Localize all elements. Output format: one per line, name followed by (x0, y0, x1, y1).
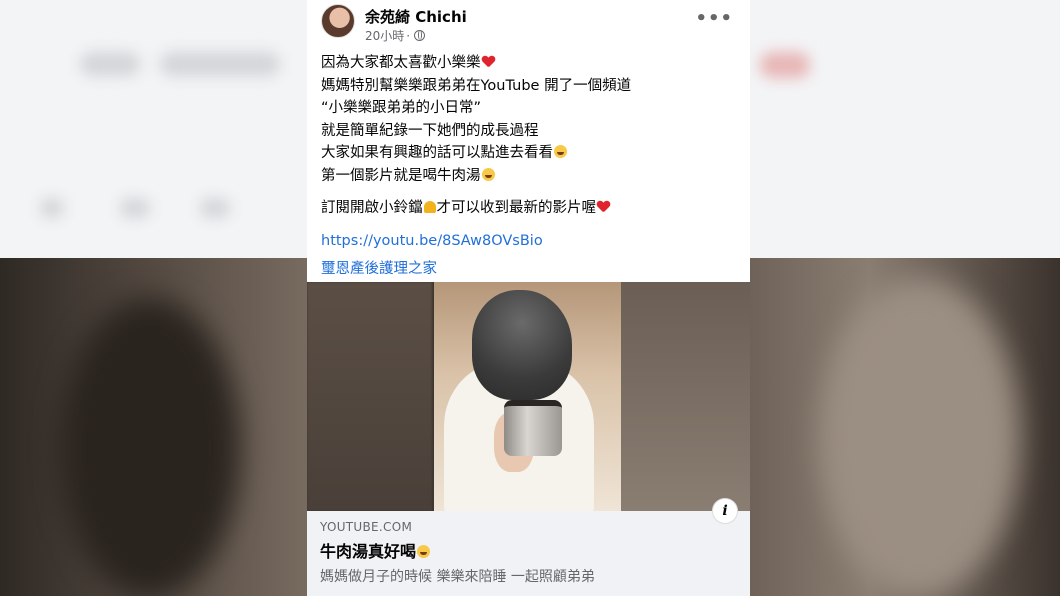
preview-domain: YOUTUBE.COM (320, 520, 413, 534)
preview-meta[interactable]: YOUTUBE.COM 牛肉湯真好喝 媽媽做月子的時候 樂樂來陪睡 一起照顧弟弟 (307, 511, 750, 596)
more-options-button[interactable]: ••• (695, 8, 733, 29)
post-line: 訂閱開啟小鈴鐺 才可以收到最新的影片喔 (321, 197, 741, 220)
info-icon[interactable]: i (712, 498, 738, 524)
post-header: 余苑綺 Chichi 20小時 · ••• (321, 4, 741, 44)
meta-separator: · (406, 28, 411, 43)
youtube-link[interactable]: https://youtu.be/8SAw8OVsBio (321, 233, 543, 249)
avatar[interactable] (321, 4, 355, 38)
video-thumbnail[interactable] (307, 282, 750, 511)
red-heart-icon (482, 56, 495, 68)
laughing-face-icon (481, 167, 495, 181)
tagged-page-link[interactable]: 璽恩產後護理之家 (321, 261, 437, 277)
post-line: 就是簡單紀錄一下她們的成長過程 (321, 122, 539, 139)
laughing-face-icon (417, 545, 431, 558)
post-line: 因為大家都太喜歡小樂樂 (321, 52, 741, 75)
red-heart-icon (597, 201, 610, 213)
author-name[interactable]: 余苑綺 Chichi (365, 6, 467, 27)
post-line: 第一個影片就是喝牛肉湯 (321, 165, 741, 188)
link-preview[interactable]: i YOUTUBE.COM 牛肉湯真好喝 媽媽做月子的時候 樂樂來陪睡 一起照顧… (307, 282, 750, 596)
facebook-post-card: 余苑綺 Chichi 20小時 · ••• 因為大家都太喜歡小樂樂 媽媽特別幫樂… (307, 0, 750, 596)
post-line: “小樂樂跟弟弟的小日常” (321, 100, 482, 116)
grinning-face-icon (554, 145, 567, 158)
post-text: 因為大家都太喜歡小樂樂 媽媽特別幫樂樂跟弟弟在YouTube 開了一個頻道 “小… (321, 52, 741, 281)
post-time[interactable]: 20小時 (365, 27, 404, 44)
post-line: 大家如果有興趣的話可以點進去看看 (321, 142, 741, 165)
globe-icon (414, 30, 426, 41)
bell-icon (423, 201, 436, 213)
preview-title: 牛肉湯真好喝 (320, 538, 737, 562)
post-meta: 20小時 · (365, 27, 426, 44)
preview-description: 媽媽做月子的時候 樂樂來陪睡 一起照顧弟弟 (320, 569, 595, 585)
post-line: 媽媽特別幫樂樂跟弟弟在YouTube 開了一個頻道 (321, 77, 632, 94)
